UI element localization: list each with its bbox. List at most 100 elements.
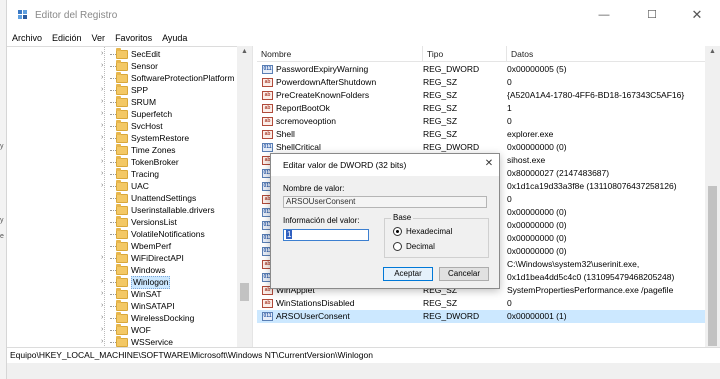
tree-item[interactable]: › WinSAT <box>7 288 243 300</box>
tree-item[interactable]: Windows <box>7 264 243 276</box>
expand-arrow-icon[interactable]: › <box>101 288 109 300</box>
expand-arrow-icon[interactable]: › <box>101 132 109 144</box>
expand-arrow-icon[interactable]: › <box>101 168 109 180</box>
string-value-icon: ab <box>262 130 273 139</box>
value-row[interactable]: ab Shell REG_SZ explorer.exe <box>257 128 705 141</box>
tree-item[interactable]: › Tracing <box>7 168 243 180</box>
folder-icon <box>116 96 128 107</box>
tree-item-label: WiFiDirectAPI <box>131 253 184 263</box>
scroll-up-arrow-icon[interactable]: ▲ <box>237 46 252 58</box>
value-row[interactable]: ab PreCreateKnownFolders REG_SZ {A520A1A4-1… <box>257 89 705 102</box>
tree-item[interactable]: › WSService <box>7 336 243 347</box>
value-name-field[interactable]: ARSOUserConsent <box>283 196 487 208</box>
value-data: C:\Windows\system32\userinit.exe, <box>507 259 640 269</box>
decimal-label[interactable]: Decimal <box>406 242 435 251</box>
expand-arrow-icon[interactable]: › <box>101 84 109 96</box>
value-row[interactable]: 011 ARSOUserConsent REG_DWORD 0x00000001 (1… <box>257 310 705 323</box>
tree-item[interactable]: › Winlogon <box>7 276 243 289</box>
tree-item[interactable]: Userinstallable.drivers <box>7 204 243 216</box>
column-header-type[interactable]: Tipo <box>423 46 507 62</box>
expand-arrow-icon[interactable]: › <box>101 252 109 264</box>
expand-arrow-icon[interactable]: › <box>101 324 109 336</box>
tree-item[interactable]: › Sensor <box>7 60 243 72</box>
tree-item[interactable]: VersionsList <box>7 216 243 228</box>
cancel-button[interactable]: Cancelar <box>439 267 489 281</box>
expand-arrow-icon[interactable]: › <box>101 336 109 347</box>
minimize-button[interactable]: — <box>581 0 627 30</box>
value-type: REG_SZ <box>423 90 458 100</box>
tree-item[interactable]: › WOF <box>7 324 243 336</box>
tree-item[interactable]: › WirelessDocking <box>7 312 243 324</box>
list-scrollbar[interactable]: ▲ <box>705 46 720 347</box>
expand-arrow-icon[interactable]: › <box>101 120 109 132</box>
expand-arrow-icon[interactable]: › <box>101 156 109 168</box>
expand-arrow-icon[interactable]: › <box>101 96 109 108</box>
tree-item[interactable]: › SecEdit <box>7 48 243 60</box>
value-row[interactable]: ab ReportBootOk REG_SZ 1 <box>257 102 705 115</box>
tree-item[interactable]: UnattendSettings <box>7 192 243 204</box>
value-type: REG_DWORD <box>423 311 480 321</box>
scroll-up-arrow-icon[interactable]: ▲ <box>705 46 720 58</box>
expand-arrow-icon[interactable]: › <box>101 144 109 156</box>
value-data-field[interactable]: 1 <box>283 229 369 241</box>
expand-arrow-icon[interactable]: › <box>101 276 109 288</box>
tree-item[interactable]: › WiFiDirectAPI <box>7 252 243 264</box>
value-row[interactable]: ab WinStationsDisabled REG_SZ 0 <box>257 297 705 310</box>
tree-scrollbar[interactable]: ▲ <box>237 46 252 347</box>
value-data: 0 <box>507 194 512 204</box>
tree-item[interactable]: › UAC <box>7 180 243 192</box>
column-header-name[interactable]: Nombre <box>257 46 423 62</box>
tree-item[interactable]: › SystemRestore <box>7 132 243 144</box>
expand-arrow-icon[interactable]: › <box>101 108 109 120</box>
dialog-close-button[interactable]: ✕ <box>480 156 498 172</box>
tree-item-label: UnattendSettings <box>131 193 197 203</box>
tree-item[interactable]: › SRUM <box>7 96 243 108</box>
tree-item-label: Superfetch <box>131 109 173 119</box>
tree-item[interactable]: › SoftwareProtectionPlatform <box>7 72 243 84</box>
expand-arrow-icon[interactable]: › <box>101 300 109 312</box>
menu-edicion[interactable]: Edición <box>52 30 82 46</box>
tree-item-label: WOF <box>131 325 151 335</box>
tree-item-label: SoftwareProtectionPlatform <box>131 73 235 83</box>
value-name-label: Nombre de valor: <box>283 184 345 193</box>
menu-ver[interactable]: Ver <box>92 30 106 46</box>
maximize-button[interactable]: ☐ <box>629 0 675 30</box>
expand-arrow-icon[interactable]: › <box>101 60 109 72</box>
close-button[interactable]: ✕ <box>674 0 720 30</box>
list-scroll-thumb[interactable] <box>708 186 717 346</box>
column-header-data[interactable]: Datos <box>507 46 705 62</box>
expand-arrow-icon[interactable]: › <box>101 48 109 60</box>
tree-item[interactable]: › Time Zones <box>7 144 243 156</box>
hexadecimal-radio[interactable] <box>393 227 402 236</box>
title-bar[interactable]: Editor del Registro — ☐ ✕ <box>7 0 720 30</box>
value-row[interactable]: ab scremoveoption REG_SZ 0 <box>257 115 705 128</box>
tree-item-label: SystemRestore <box>131 133 190 143</box>
tree-item-label: UAC <box>131 181 149 191</box>
menu-ayuda[interactable]: Ayuda <box>162 30 187 46</box>
tree-item[interactable]: › SPP <box>7 84 243 96</box>
dialog-title: Editar valor de DWORD (32 bits) <box>283 160 407 170</box>
tree-item[interactable]: › SvcHost <box>7 120 243 132</box>
hexadecimal-label[interactable]: Hexadecimal <box>406 227 452 236</box>
menu-archivo[interactable]: Archivo <box>12 30 42 46</box>
value-data: 0x00000005 (5) <box>507 64 567 74</box>
tree-item[interactable]: WbemPerf <box>7 240 243 252</box>
desktop-icon-fragment: y <box>0 143 4 150</box>
tree-item-label: WinSATAPI <box>131 301 175 311</box>
expand-arrow-icon[interactable]: › <box>101 180 109 192</box>
expand-arrow-icon[interactable]: › <box>101 312 109 324</box>
expand-arrow-icon[interactable]: › <box>101 72 109 84</box>
value-data-text: 1 <box>286 230 293 239</box>
tree-item[interactable]: › WinSATAPI <box>7 300 243 312</box>
tree-item[interactable]: › TokenBroker <box>7 156 243 168</box>
decimal-radio[interactable] <box>393 242 402 251</box>
accept-button[interactable]: Aceptar <box>383 267 433 281</box>
value-row[interactable]: ab PowerdownAfterShutdown REG_SZ 0 <box>257 76 705 89</box>
tree-scroll-thumb[interactable] <box>240 283 249 301</box>
tree-item[interactable]: VolatileNotifications <box>7 228 243 240</box>
value-row[interactable]: 011 PasswordExpiryWarning REG_DWORD 0x00000… <box>257 63 705 76</box>
value-name: WinStationsDisabled <box>276 298 355 308</box>
menu-favoritos[interactable]: Favoritos <box>115 30 152 46</box>
value-data: 0x00000001 (1) <box>507 311 567 321</box>
tree-item[interactable]: › Superfetch <box>7 108 243 120</box>
